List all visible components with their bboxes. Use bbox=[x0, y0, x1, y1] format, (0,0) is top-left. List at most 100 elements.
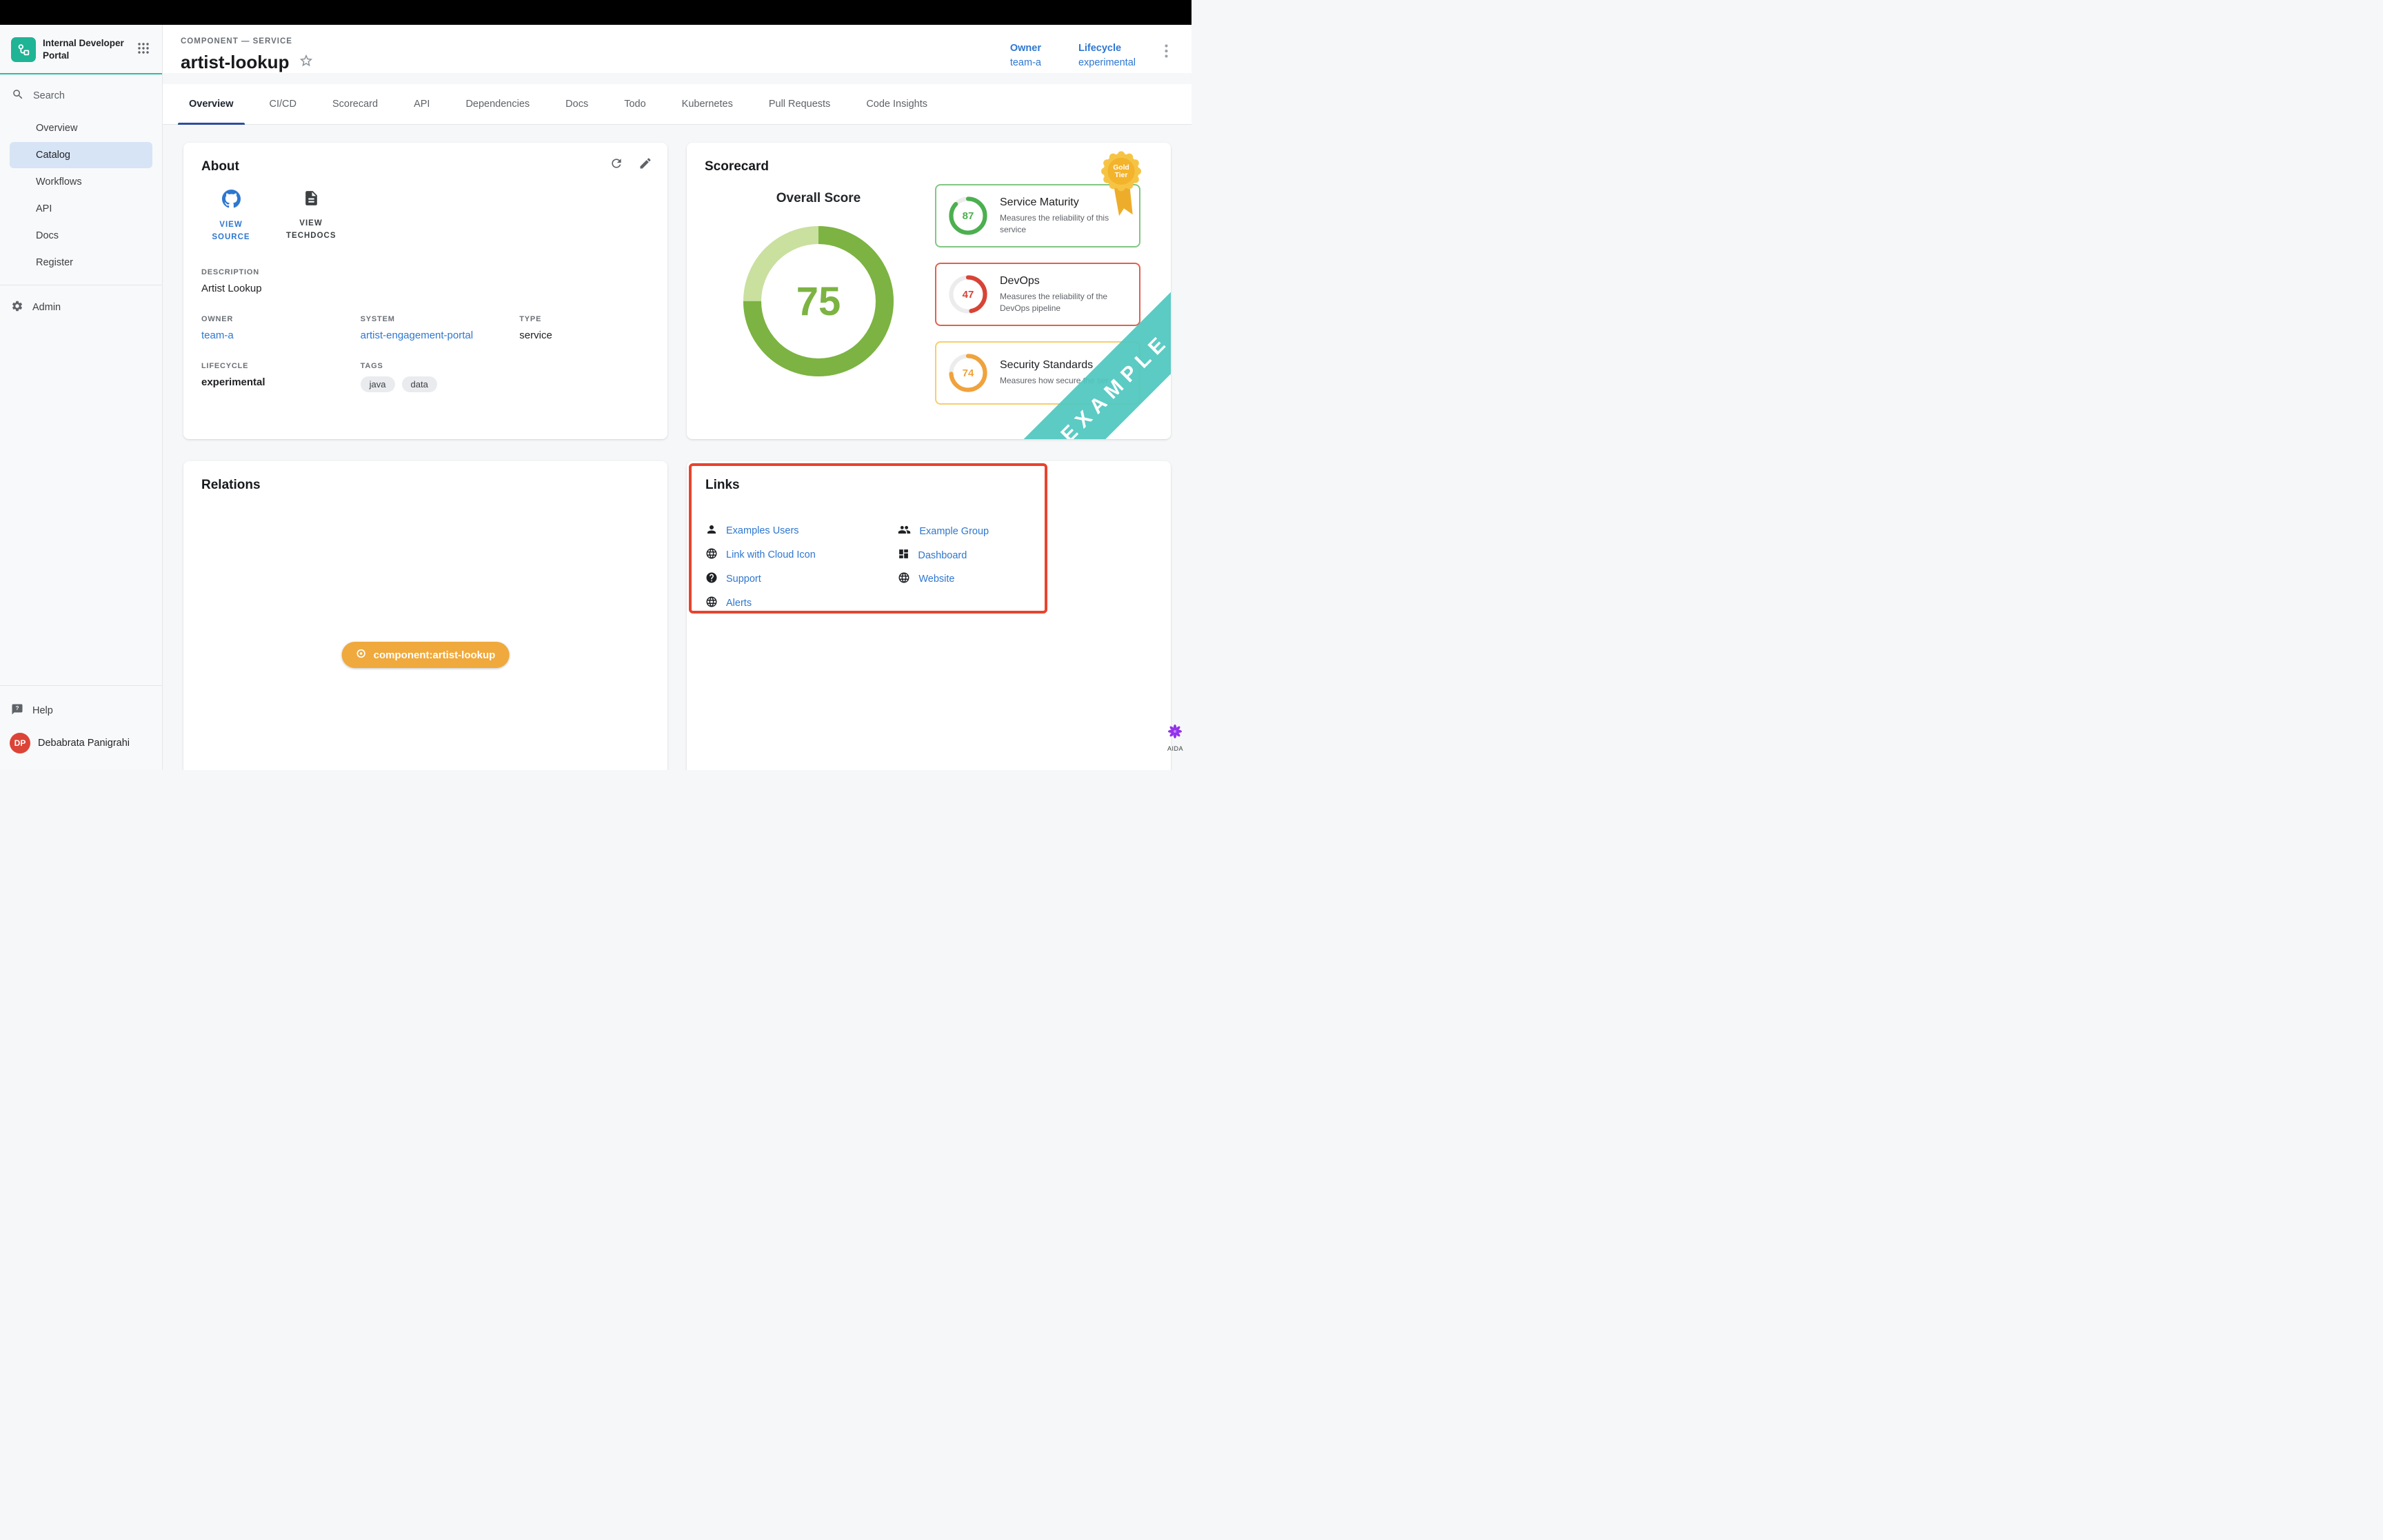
person-icon bbox=[705, 523, 718, 538]
tab-docs[interactable]: Docs bbox=[547, 84, 606, 124]
lifecycle-value: experimental bbox=[1078, 57, 1136, 68]
tab-overview[interactable]: Overview bbox=[171, 84, 252, 124]
sidebar-header: Internal Developer Portal bbox=[0, 25, 162, 74]
github-icon bbox=[222, 190, 241, 213]
link-alerts[interactable]: Alerts bbox=[705, 596, 898, 611]
view-techdocs-button[interactable]: VIEW TECHDOCS bbox=[281, 190, 341, 243]
scorecard-item-desc: Measures how secure the ser bbox=[1000, 375, 1108, 387]
dashboard-icon bbox=[898, 548, 909, 563]
score-gauge: 87 bbox=[947, 195, 989, 236]
type-field-value: service bbox=[519, 330, 650, 341]
help-icon bbox=[705, 571, 718, 587]
overall-score-label: Overall Score bbox=[776, 191, 861, 206]
score-value: 87 bbox=[947, 195, 989, 236]
lifecycle-meta: Lifecycle experimental bbox=[1078, 43, 1136, 68]
description-value: Artist Lookup bbox=[201, 283, 650, 294]
view-source-label: VIEW SOURCE bbox=[206, 219, 256, 244]
edit-pencil-icon[interactable] bbox=[639, 156, 652, 174]
sidebar-item-register[interactable]: Register bbox=[10, 250, 152, 276]
sidebar-admin-label: Admin bbox=[32, 302, 61, 313]
sidebar-item-api[interactable]: API bbox=[10, 196, 152, 222]
sidebar-item-label: Register bbox=[36, 257, 73, 268]
top-black-bar bbox=[0, 0, 1192, 25]
about-card: About VIEW SOURCE bbox=[183, 143, 667, 439]
link-label: Examples Users bbox=[726, 525, 799, 536]
kebab-menu-icon[interactable] bbox=[1162, 43, 1171, 63]
link-website[interactable]: Website bbox=[898, 571, 1031, 587]
sidebar-item-catalog[interactable]: Catalog bbox=[10, 142, 152, 168]
sidebar: Internal Developer Portal Search Overvie… bbox=[0, 25, 163, 770]
links-title: Links bbox=[705, 478, 1031, 493]
view-source-button[interactable]: VIEW SOURCE bbox=[201, 190, 261, 243]
sidebar-item-help[interactable]: ? Help bbox=[0, 694, 162, 727]
score-value: 74 bbox=[947, 352, 989, 394]
breadcrumb: COMPONENT — SERVICE bbox=[181, 37, 314, 45]
tab-pull-requests[interactable]: Pull Requests bbox=[751, 84, 848, 124]
gear-icon bbox=[11, 300, 23, 315]
scorecard-item-security-standards[interactable]: 74 Security Standards Measures how secur… bbox=[935, 341, 1140, 405]
link-label: Alerts bbox=[726, 598, 752, 609]
tag-chip[interactable]: java bbox=[361, 376, 395, 392]
search-icon bbox=[12, 88, 24, 103]
tab-code-insights[interactable]: Code Insights bbox=[848, 84, 945, 124]
sidebar-bottom: ? Help DP Debabrata Panigrahi bbox=[0, 677, 162, 770]
people-icon bbox=[898, 523, 911, 539]
links-card: Links Examples Users bbox=[687, 461, 1171, 770]
owner-meta: Owner team-a bbox=[1010, 43, 1041, 68]
relations-entity-chip[interactable]: component:artist-lookup bbox=[342, 642, 510, 668]
scorecard-item-desc: Measures the reliability of the DevOps p… bbox=[1000, 291, 1128, 314]
overall-score-block: Overall Score 75 bbox=[705, 180, 932, 405]
tab-cicd[interactable]: CI/CD bbox=[252, 84, 314, 124]
overall-score-gauge: 75 bbox=[736, 219, 901, 384]
owner-field-link[interactable]: team-a bbox=[201, 330, 361, 341]
link-support[interactable]: Support bbox=[705, 571, 898, 587]
tab-kubernetes[interactable]: Kubernetes bbox=[664, 84, 751, 124]
help-chat-icon: ? bbox=[11, 703, 23, 718]
apps-grid-icon[interactable] bbox=[134, 39, 152, 61]
score-gauge: 47 bbox=[947, 274, 989, 315]
link-examples-users[interactable]: Examples Users bbox=[705, 523, 898, 538]
link-label: Dashboard bbox=[918, 550, 967, 561]
tab-api[interactable]: API bbox=[396, 84, 448, 124]
tab-dependencies[interactable]: Dependencies bbox=[448, 84, 547, 124]
aida-label: AIDA bbox=[1167, 745, 1183, 752]
links-highlight-box: Links Examples Users bbox=[689, 463, 1047, 614]
link-with-cloud-icon[interactable]: Link with Cloud Icon bbox=[705, 547, 898, 563]
aida-flower-icon bbox=[1167, 724, 1183, 742]
about-title: About bbox=[201, 159, 650, 174]
relations-card: Relations component:artist-lookup bbox=[183, 461, 667, 770]
globe-icon bbox=[898, 571, 910, 587]
scorecard-item-devops[interactable]: 47 DevOps Measures the reliability of th… bbox=[935, 263, 1140, 326]
aida-widget[interactable]: AIDA bbox=[1167, 724, 1183, 752]
system-field-link[interactable]: artist-engagement-portal bbox=[361, 330, 520, 341]
sidebar-item-label: API bbox=[36, 203, 52, 214]
star-icon[interactable] bbox=[299, 53, 314, 72]
content-grid: About VIEW SOURCE bbox=[163, 125, 1192, 770]
page-title: artist-lookup bbox=[181, 52, 289, 73]
scorecard-item-title: DevOps bbox=[1000, 275, 1128, 287]
sidebar-item-admin[interactable]: Admin bbox=[0, 294, 162, 321]
techdocs-icon bbox=[303, 190, 320, 212]
lifecycle-label: Lifecycle bbox=[1078, 43, 1136, 54]
owner-link[interactable]: team-a bbox=[1010, 57, 1041, 68]
refresh-icon[interactable] bbox=[610, 156, 623, 174]
scorecard-item-title: Security Standards bbox=[1000, 359, 1108, 372]
link-example-group[interactable]: Example Group bbox=[898, 523, 1031, 539]
tab-todo[interactable]: Todo bbox=[606, 84, 663, 124]
tab-scorecard[interactable]: Scorecard bbox=[314, 84, 396, 124]
link-dashboard[interactable]: Dashboard bbox=[898, 548, 1031, 563]
lifecycle-field-label: LIFECYCLE bbox=[201, 362, 361, 370]
owner-field-label: OWNER bbox=[201, 315, 361, 323]
sidebar-search[interactable]: Search bbox=[0, 74, 162, 110]
app-logo-icon bbox=[11, 37, 36, 62]
sidebar-item-label: Docs bbox=[36, 230, 59, 241]
sidebar-user[interactable]: DP Debabrata Panigrahi bbox=[0, 727, 162, 763]
tag-chip[interactable]: data bbox=[402, 376, 437, 392]
gold-tier-badge: Gold Tier bbox=[1092, 148, 1150, 227]
sidebar-item-workflows[interactable]: Workflows bbox=[10, 169, 152, 195]
description-label: DESCRIPTION bbox=[201, 268, 650, 276]
link-label: Example Group bbox=[919, 526, 989, 537]
sidebar-item-docs[interactable]: Docs bbox=[10, 223, 152, 249]
sidebar-item-overview[interactable]: Overview bbox=[10, 115, 152, 141]
globe-icon bbox=[705, 547, 718, 563]
